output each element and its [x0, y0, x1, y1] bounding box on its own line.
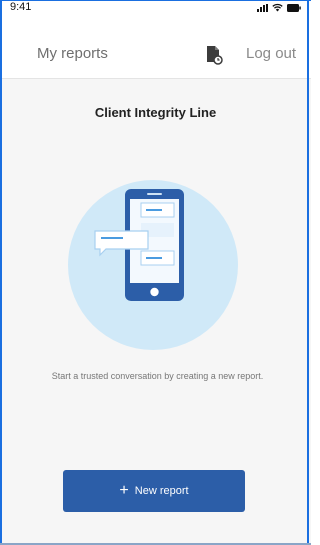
app-header: My reports Log out: [0, 14, 311, 79]
status-icons: [257, 2, 301, 12]
status-time: 9:41: [10, 1, 32, 13]
frame-edge-right: [307, 0, 309, 545]
main-content: Client Integrity Line Start a trusted co…: [0, 79, 311, 545]
new-report-button[interactable]: + New report: [63, 470, 245, 512]
plus-icon: +: [119, 482, 129, 499]
wifi-icon: [272, 3, 283, 12]
header-title: My reports: [37, 45, 108, 62]
frame-edge-top: [0, 0, 311, 1]
battery-icon: [287, 4, 301, 12]
new-report-label: New report: [134, 485, 189, 497]
logout-link[interactable]: Log out: [246, 45, 296, 62]
document-clock-icon[interactable]: [205, 45, 223, 65]
empty-state-message: Start a trusted conversation by creating…: [51, 371, 264, 381]
page-title: Client Integrity Line: [94, 105, 217, 120]
signal-icon: [257, 4, 268, 12]
status-bar: 9:41: [8, 0, 303, 14]
app-screen: 9:41 My reports Log out Client Integrity…: [0, 0, 311, 545]
frame-edge-left: [0, 0, 2, 545]
phone-chat-illustration: [68, 180, 238, 350]
